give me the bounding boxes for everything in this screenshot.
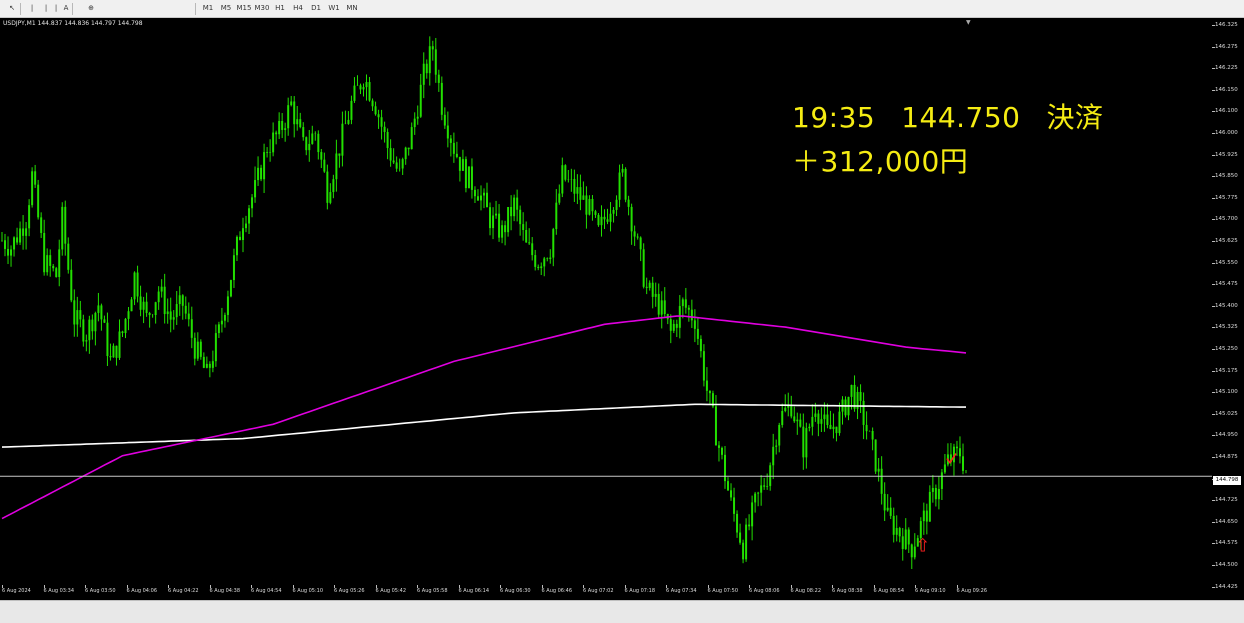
time-label: 6 Aug 08:06 bbox=[749, 585, 780, 594]
price-tick: 144.575 bbox=[1212, 540, 1238, 547]
price-tick: 145.325 bbox=[1212, 324, 1238, 331]
time-label: 6 Aug 06:46 bbox=[541, 585, 573, 594]
toolbar-button-14[interactable]: MN bbox=[344, 2, 360, 15]
time-label: 6 Aug 07:34 bbox=[666, 585, 697, 594]
time-label: 6 Aug 07:50 bbox=[707, 585, 739, 594]
status-bar bbox=[0, 600, 1244, 623]
toolbar-separator bbox=[72, 3, 73, 15]
trade-note-line1: 19:35 144.750 決済 bbox=[792, 96, 1104, 140]
price-tick: 145.175 bbox=[1212, 367, 1238, 374]
time-label: 6 Aug 06:30 bbox=[500, 585, 531, 594]
time-label: 6 Aug 06:14 bbox=[458, 585, 490, 594]
time-label: 6 Aug 05:58 bbox=[417, 585, 448, 594]
time-label: 6 Aug 09:26 bbox=[956, 585, 988, 594]
time-label: 6 Aug 09:10 bbox=[915, 585, 946, 594]
price-scale[interactable]: 146.325 146.275 146.225 146.150 146.100 146.0… bbox=[1212, 18, 1244, 596]
price-tick: 144.875 bbox=[1212, 454, 1238, 460]
time-label: 6 Aug 04:22 bbox=[168, 585, 199, 594]
price-tick: 146.150 bbox=[1212, 86, 1238, 93]
price-tick: 146.225 bbox=[1212, 65, 1238, 72]
price-tick: 146.275 bbox=[1212, 43, 1238, 50]
price-tick: 144.725 bbox=[1212, 497, 1238, 504]
toolbar-button-6[interactable]: M1 bbox=[200, 2, 216, 15]
price-tick: 145.625 bbox=[1212, 238, 1238, 244]
time-label: 6 Aug 08:54 bbox=[873, 585, 905, 594]
price-tick: 145.775 bbox=[1212, 194, 1238, 201]
toolbar-button-7[interactable]: M5 bbox=[218, 2, 234, 15]
time-label: 6 Aug 07:02 bbox=[583, 585, 614, 594]
price-tick: 145.550 bbox=[1212, 259, 1238, 266]
time-label: 6 Aug 05:10 bbox=[292, 585, 324, 594]
toolbar-separator bbox=[20, 3, 21, 15]
time-label: 6 Aug 05:26 bbox=[334, 585, 365, 594]
price-tick: 144.950 bbox=[1212, 432, 1238, 439]
price-tick: 145.100 bbox=[1212, 389, 1238, 396]
time-axis[interactable]: 6 Aug 2024 6 Aug 03:34 6 Aug 03:50 6 Aug 04… bbox=[0, 585, 1212, 598]
time-label: 6 Aug 04:06 bbox=[126, 585, 158, 594]
time-label: 6 Aug 08:22 bbox=[790, 585, 822, 594]
price-tick: 145.475 bbox=[1212, 281, 1238, 288]
time-label: 6 Aug 04:38 bbox=[209, 585, 241, 594]
time-label: 6 Aug 07:18 bbox=[624, 585, 656, 594]
toolbar-separator bbox=[195, 3, 196, 15]
toolbar-button-11[interactable]: H4 bbox=[290, 2, 306, 15]
trade-action: 決済 bbox=[1046, 101, 1104, 134]
price-tick: 144.650 bbox=[1212, 518, 1238, 525]
price-tick: 145.400 bbox=[1212, 302, 1238, 309]
trade-note: 19:35 144.750 決済 ＋312,000円 bbox=[792, 96, 1104, 184]
price-tick: 146.100 bbox=[1212, 108, 1238, 115]
toolbar-button-13[interactable]: W1 bbox=[326, 2, 342, 15]
price-tick: 145.250 bbox=[1212, 346, 1238, 352]
toolbar-button-9[interactable]: M30 bbox=[254, 2, 270, 15]
time-label: 6 Aug 03:50 bbox=[85, 585, 116, 594]
price-tick: 145.700 bbox=[1212, 216, 1238, 223]
time-label: 6 Aug 03:34 bbox=[43, 585, 75, 594]
price-tick: 145.850 bbox=[1212, 173, 1238, 180]
toolbar-button-12[interactable]: D1 bbox=[308, 2, 324, 15]
price-tick: 146.000 bbox=[1212, 130, 1238, 136]
price-tick: 146.325 bbox=[1212, 22, 1238, 28]
toolbar-button-10[interactable]: H1 bbox=[272, 2, 288, 15]
time-label: 6 Aug 04:54 bbox=[251, 585, 282, 594]
toolbar-button-5[interactable]: ⊕ bbox=[83, 2, 99, 15]
trade-profit: ＋312,000円 bbox=[792, 145, 969, 178]
price-tick: 145.925 bbox=[1212, 151, 1238, 158]
trade-time: 19:35 bbox=[792, 101, 876, 134]
price-tick: 145.025 bbox=[1212, 410, 1238, 417]
time-label: 6 Aug 2024 bbox=[2, 585, 31, 594]
current-price-badge: 144.798 bbox=[1213, 476, 1241, 485]
chart-toolbar: ↖ | | | A ⊕ M1 M5 M15 M30 H1 H4 D1 W1 MN bbox=[0, 0, 1244, 18]
time-label: 6 Aug 08:38 bbox=[832, 585, 863, 594]
time-label: 6 Aug 05:42 bbox=[375, 585, 407, 594]
toolbar-button-0[interactable]: ↖ bbox=[4, 2, 20, 15]
trade-price: 144.750 bbox=[901, 101, 1021, 134]
toolbar-button-8[interactable]: M15 bbox=[236, 2, 252, 15]
price-tick: 144.500 bbox=[1212, 562, 1238, 568]
entry-arrow-icon: ⇧ bbox=[915, 536, 930, 557]
price-tick: 144.425 bbox=[1212, 583, 1238, 590]
